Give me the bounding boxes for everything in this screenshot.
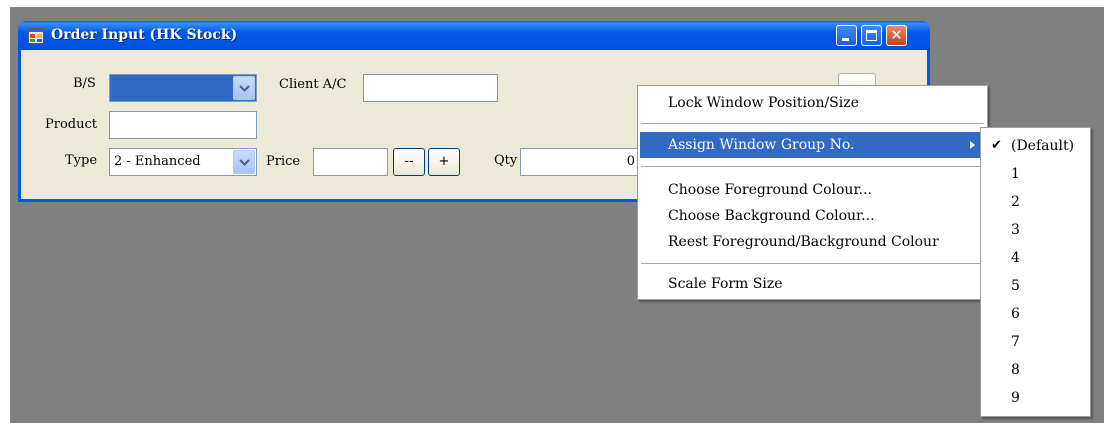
menu-item-label: Assign Window Group No. xyxy=(668,137,855,153)
menu-item-foreground-colour[interactable]: Choose Foreground Colour... xyxy=(640,177,985,203)
price-increase-button[interactable]: + xyxy=(428,148,460,176)
submenu-item-default[interactable]: ✔ (Default) xyxy=(983,133,1088,159)
window-title: Order Input (HK Stock) xyxy=(51,27,238,43)
minimize-button[interactable] xyxy=(836,25,857,46)
submenu-arrow-icon xyxy=(970,141,975,149)
submenu-item-label: 4 xyxy=(1011,250,1020,266)
qty-label: Qty xyxy=(494,153,518,168)
maximize-icon xyxy=(866,30,877,41)
bs-combobox[interactable] xyxy=(109,74,257,102)
submenu-item-label: 2 xyxy=(1011,194,1020,210)
price-decrease-button[interactable]: -- xyxy=(393,148,425,176)
menu-item-label: Choose Foreground Colour... xyxy=(668,182,872,198)
menu-separator xyxy=(641,123,984,124)
menu-item-scale-form[interactable]: Scale Form Size xyxy=(640,271,985,297)
qty-input[interactable]: 0 xyxy=(520,148,640,176)
submenu-item-label: 1 xyxy=(1011,166,1020,182)
window-frame-left xyxy=(18,50,21,202)
submenu-item-label: 5 xyxy=(1011,278,1020,294)
submenu-item-label: 8 xyxy=(1011,362,1020,378)
client-account-label: Client A/C xyxy=(279,77,347,92)
menu-item-assign-group[interactable]: Assign Window Group No. xyxy=(640,132,985,158)
submenu-item-6[interactable]: 6 xyxy=(983,301,1088,327)
submenu-item-2[interactable]: 2 xyxy=(983,189,1088,215)
submenu-item-3[interactable]: 3 xyxy=(983,217,1088,243)
menu-separator xyxy=(641,263,984,264)
minimize-icon xyxy=(842,38,849,41)
menu-item-lock-window[interactable]: Lock Window Position/Size xyxy=(640,90,985,116)
submenu-item-5[interactable]: 5 xyxy=(983,273,1088,299)
type-label: Type xyxy=(65,153,98,168)
menu-separator xyxy=(641,166,984,167)
submenu-item-9[interactable]: 9 xyxy=(983,385,1088,411)
bs-label: B/S xyxy=(73,76,96,91)
chevron-down-icon xyxy=(239,159,250,166)
menu-item-label: Choose Background Colour... xyxy=(668,208,875,224)
qty-value: 0 xyxy=(626,154,635,169)
submenu-item-label: 3 xyxy=(1011,222,1020,238)
chevron-down-icon xyxy=(239,85,250,92)
type-combobox[interactable]: 2 - Enhanced xyxy=(109,148,257,176)
price-label: Price xyxy=(266,154,301,169)
menu-item-background-colour[interactable]: Choose Background Colour... xyxy=(640,203,985,229)
submenu-item-1[interactable]: 1 xyxy=(983,161,1088,187)
menu-item-label: Scale Form Size xyxy=(668,276,783,292)
menu-item-label: Reest Foreground/Background Colour xyxy=(668,234,939,250)
context-menu: Lock Window Position/Size Assign Window … xyxy=(637,85,988,300)
maximize-button[interactable] xyxy=(861,25,882,46)
product-label: Product xyxy=(45,117,97,132)
close-button[interactable]: ✕ xyxy=(886,25,907,46)
submenu-item-label: 7 xyxy=(1011,334,1020,350)
product-input[interactable] xyxy=(109,111,257,139)
submenu-item-label: (Default) xyxy=(1011,138,1075,154)
submenu-item-7[interactable]: 7 xyxy=(983,329,1088,355)
type-value: 2 - Enhanced xyxy=(114,154,201,169)
submenu-item-label: 9 xyxy=(1011,390,1020,406)
type-dropdown-button[interactable] xyxy=(233,150,255,174)
client-account-input[interactable] xyxy=(363,74,498,102)
title-bar[interactable]: Order Input (HK Stock) ✕ xyxy=(18,21,930,50)
window-group-submenu: ✔ (Default) 1 2 3 4 5 6 7 8 9 xyxy=(980,127,1091,417)
menu-item-reset-colour[interactable]: Reest Foreground/Background Colour xyxy=(640,229,985,255)
close-icon: ✕ xyxy=(890,26,903,44)
price-input[interactable] xyxy=(313,148,388,176)
submenu-item-4[interactable]: 4 xyxy=(983,245,1088,271)
submenu-item-8[interactable]: 8 xyxy=(983,357,1088,383)
submenu-item-label: 6 xyxy=(1011,306,1020,322)
checkmark-icon: ✔ xyxy=(991,138,1002,153)
bs-dropdown-button[interactable] xyxy=(233,76,255,100)
menu-item-label: Lock Window Position/Size xyxy=(668,95,859,111)
app-window-icon[interactable] xyxy=(28,28,44,44)
